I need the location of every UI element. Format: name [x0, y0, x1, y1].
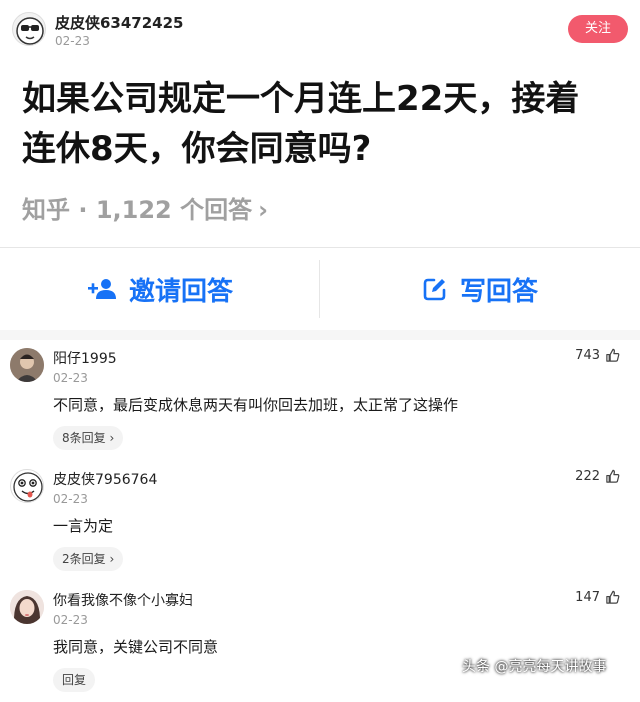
view-replies-button[interactable]: 8条回复 ›	[53, 426, 124, 450]
commenter-avatar[interactable]	[10, 469, 44, 503]
like-button[interactable]: 147	[575, 590, 620, 605]
like-count: 222	[575, 469, 600, 484]
reply-button[interactable]: 回复	[53, 668, 96, 692]
question-meta-link[interactable]: 知乎 · 1,122 个回答 ›	[22, 190, 268, 225]
cartoon-face-icon	[16, 17, 44, 45]
question-title-line-1: 如果公司规定一个月连上22天，接着	[22, 79, 580, 119]
invite-answer-label: 邀请回答	[128, 276, 233, 307]
write-answer-label: 写回答	[459, 276, 538, 307]
write-answer-button[interactable]: 写回答	[320, 248, 640, 330]
comment-item: 阳仔1995 02-23 不同意，最后变成休息两天有叫你回去加班，太正常了这操作…	[0, 340, 640, 460]
author-name[interactable]: 皮皮侠63472425	[55, 12, 184, 33]
comment-item: 皮皮侠7956764 02-23 一言为定 222 2条回复 ›	[0, 461, 640, 581]
post-header: 皮皮侠63472425 02-23 关注	[0, 0, 640, 56]
question-title-line-2: 连休8天，你会同意吗?	[22, 129, 372, 169]
question-meta-text: 知乎 · 1,122 个回答	[22, 196, 253, 224]
commenter-avatar[interactable]	[10, 590, 44, 624]
comment-text: 我同意，关键公司不同意	[53, 638, 219, 656]
like-button[interactable]: 222	[575, 469, 620, 484]
user-photo-icon	[10, 590, 44, 624]
like-count: 743	[575, 348, 600, 363]
question-title[interactable]: 如果公司规定一个月连上22天，接着 连休8天，你会同意吗?	[22, 74, 622, 174]
commenter-name[interactable]: 皮皮侠7956764	[53, 469, 157, 489]
invite-answer-button[interactable]: 邀请回答	[0, 248, 320, 330]
commenter-name[interactable]: 阳仔1995	[53, 348, 117, 368]
comment-text: 不同意，最后变成休息两天有叫你回去加班，太正常了这操作	[53, 396, 459, 414]
thumbs-up-icon	[606, 590, 620, 604]
comment-item: 你看我像不像个小寡妇 02-23 我同意，关键公司不同意 147 回复	[0, 582, 640, 702]
cartoon-face-icon	[13, 472, 43, 502]
user-photo-icon	[10, 348, 44, 382]
comment-date: 02-23	[53, 613, 88, 627]
thumbs-up-icon	[606, 469, 620, 483]
commenter-avatar[interactable]	[10, 348, 44, 382]
comment-date: 02-23	[53, 492, 88, 506]
follow-button[interactable]: 关注	[568, 15, 628, 43]
edit-icon	[423, 278, 446, 301]
source-watermark: 头条 @亮亮每天讲故事	[462, 659, 607, 675]
commenter-name[interactable]: 你看我像不像个小寡妇	[53, 590, 193, 610]
add-user-icon	[87, 279, 116, 299]
view-replies-button[interactable]: 2条回复 ›	[53, 547, 124, 571]
like-count: 147	[575, 590, 600, 605]
section-gap	[0, 330, 640, 340]
comment-date: 02-23	[53, 371, 88, 385]
chevron-right-icon: ›	[258, 196, 268, 224]
thumbs-up-icon	[606, 348, 620, 362]
answer-action-bar: 邀请回答 写回答	[0, 248, 640, 330]
author-avatar[interactable]	[12, 12, 46, 46]
like-button[interactable]: 743	[575, 348, 620, 363]
post-date: 02-23	[55, 34, 90, 48]
comment-text: 一言为定	[53, 517, 114, 535]
